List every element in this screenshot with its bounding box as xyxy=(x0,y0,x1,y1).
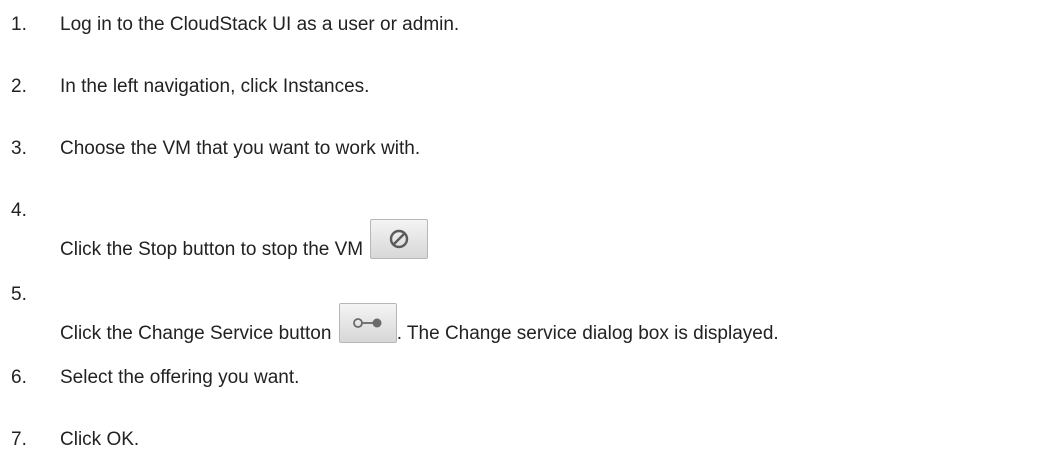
step-text-after: . The Change service dialog box is displ… xyxy=(396,323,779,344)
step-text: Click the Stop button to stop the VM xyxy=(60,239,364,260)
step-text: Click the Change Service button xyxy=(60,323,332,344)
step-text: Log in to the CloudStack UI as a user or… xyxy=(60,14,460,35)
step-text: In the left navigation, click Instances. xyxy=(60,76,370,97)
step-number: 5. xyxy=(11,284,27,305)
step-number: 4. xyxy=(11,200,27,221)
step-text: Select the offering you want. xyxy=(60,367,300,388)
stop-icon xyxy=(370,219,429,259)
step-number: 1. xyxy=(11,14,27,35)
step-number: 2. xyxy=(11,76,27,97)
step-text-line: Click the Stop button to stop the VM xyxy=(60,219,429,261)
change-service-icon xyxy=(338,303,397,343)
step-number: 6. xyxy=(11,367,27,388)
step-number: 3. xyxy=(11,138,27,159)
step-number: 7. xyxy=(11,429,27,450)
step-text: Click OK. xyxy=(60,429,140,450)
step-text: Choose the VM that you want to work with… xyxy=(60,138,421,159)
step-text-line: Click the Change Service button . The Ch… xyxy=(60,303,779,345)
